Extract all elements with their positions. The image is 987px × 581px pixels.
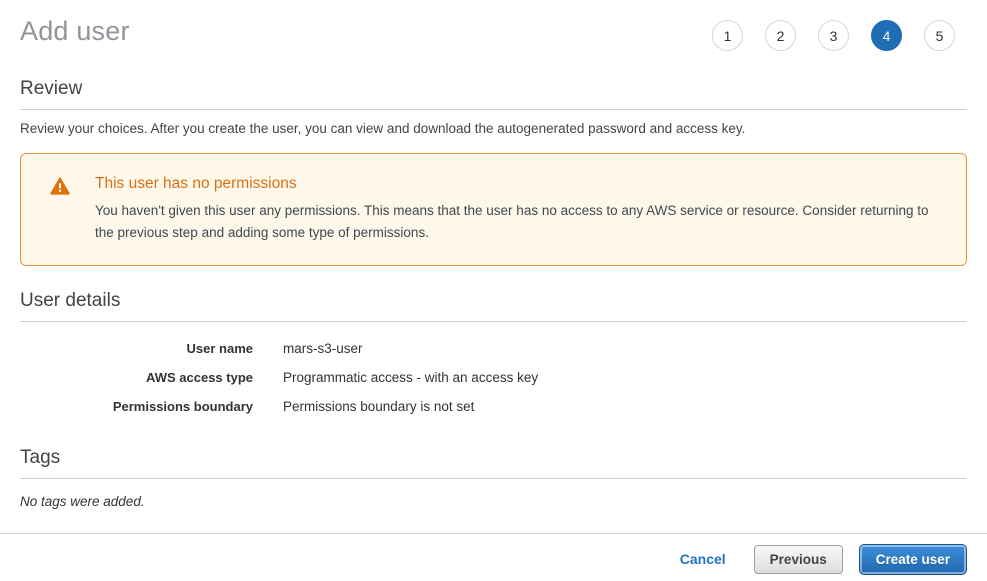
- wizard-footer: Cancel Previous Create user: [0, 533, 987, 581]
- permissions-boundary-label: Permissions boundary: [20, 399, 253, 414]
- user-details-table: User name mars-s3-user AWS access type P…: [20, 334, 967, 421]
- review-heading: Review: [20, 78, 967, 110]
- step-2[interactable]: 2: [765, 20, 796, 51]
- review-description: Review your choices. After you create th…: [20, 121, 967, 136]
- wizard-header: Add user 1 2 3 4 5: [0, 0, 987, 51]
- step-4-current[interactable]: 4: [871, 20, 902, 51]
- permissions-boundary-value: Permissions boundary is not set: [283, 399, 474, 414]
- warning-title: This user has no permissions: [95, 175, 936, 193]
- table-row: User name mars-s3-user: [20, 334, 967, 363]
- step-indicator: 1 2 3 4 5: [712, 16, 967, 51]
- user-name-value: mars-s3-user: [283, 341, 363, 356]
- main-content: Review Review your choices. After you cr…: [0, 78, 987, 509]
- step-3[interactable]: 3: [818, 20, 849, 51]
- cancel-link[interactable]: Cancel: [680, 551, 726, 567]
- warning-body: You haven't given this user any permissi…: [95, 200, 936, 244]
- create-user-button[interactable]: Create user: [859, 544, 967, 575]
- page-title: Add user: [20, 16, 130, 47]
- warning-text: This user has no permissions You haven't…: [95, 175, 936, 244]
- table-row: Permissions boundary Permissions boundar…: [20, 392, 967, 421]
- tags-heading: Tags: [20, 447, 967, 479]
- step-1[interactable]: 1: [712, 20, 743, 51]
- warning-triangle-icon: [50, 177, 70, 195]
- access-type-label: AWS access type: [20, 370, 253, 385]
- user-name-label: User name: [20, 341, 253, 356]
- access-type-value: Programmatic access - with an access key: [283, 370, 538, 385]
- previous-button[interactable]: Previous: [754, 545, 843, 574]
- no-permissions-warning: This user has no permissions You haven't…: [20, 153, 967, 266]
- table-row: AWS access type Programmatic access - wi…: [20, 363, 967, 392]
- user-details-heading: User details: [20, 290, 967, 322]
- step-5[interactable]: 5: [924, 20, 955, 51]
- tags-empty-text: No tags were added.: [20, 494, 967, 509]
